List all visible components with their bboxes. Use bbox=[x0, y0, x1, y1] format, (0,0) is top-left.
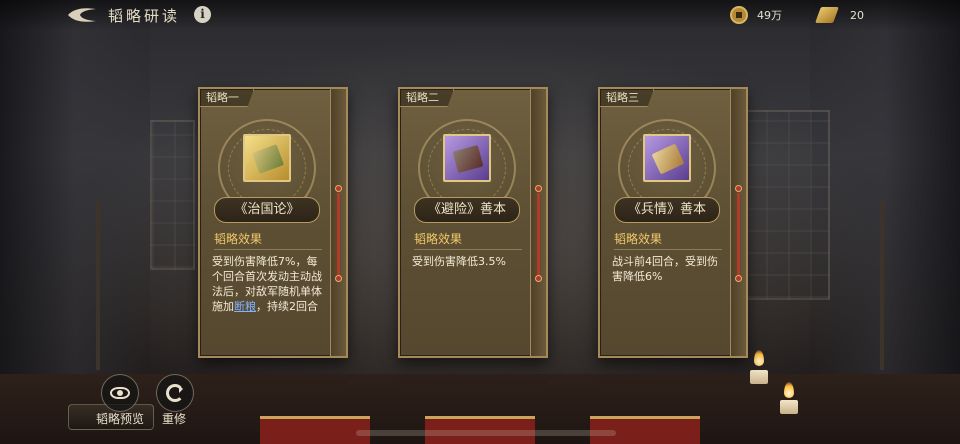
card-tab: 韬略三 bbox=[600, 89, 654, 107]
book-shape bbox=[452, 145, 484, 173]
effect-text: 受到伤害降低3.5% bbox=[412, 255, 506, 268]
back-arrow-icon[interactable] bbox=[66, 6, 98, 24]
candle-flame-1 bbox=[754, 350, 764, 366]
coin-icon bbox=[730, 6, 748, 24]
effect-text-post: ，持续2回合 bbox=[256, 300, 318, 313]
divider bbox=[614, 249, 722, 250]
rail-knob bbox=[535, 185, 542, 192]
divider bbox=[414, 249, 522, 250]
rail-bar bbox=[337, 193, 340, 275]
candle-1 bbox=[750, 370, 768, 384]
rail-knob bbox=[335, 185, 342, 192]
candelabra-left bbox=[96, 200, 100, 370]
preview-button[interactable] bbox=[101, 374, 139, 412]
map-scroll-icon[interactable] bbox=[643, 134, 691, 182]
strategy-name: 《兵情》善本 bbox=[614, 197, 720, 223]
strategy-name: 《治国论》 bbox=[214, 197, 320, 223]
map-shape bbox=[651, 143, 685, 175]
coin-resource: 49万 bbox=[730, 6, 782, 24]
candle-2 bbox=[780, 400, 798, 414]
candle-flame-2 bbox=[784, 382, 794, 398]
effect-keyword-link[interactable]: 断粮 bbox=[234, 300, 256, 313]
coin-amount: 49万 bbox=[757, 9, 782, 22]
retrain-label[interactable]: 重修 bbox=[162, 410, 186, 427]
card-tab: 韬略二 bbox=[400, 89, 454, 107]
scroll-amount: 20 bbox=[850, 8, 864, 22]
card-rail bbox=[530, 89, 546, 356]
effect-text: 战斗前4回合，受到伤害降低6% bbox=[612, 255, 718, 283]
effect-heading: 韬略效果 bbox=[214, 232, 263, 246]
desk-mat-1 bbox=[260, 416, 370, 444]
lattice-window-left bbox=[150, 120, 195, 270]
rail-bar bbox=[537, 193, 540, 275]
strategy-card-2[interactable]: 韬略二 《避险》善本 韬略效果 受到伤害降低3.5% bbox=[398, 87, 548, 358]
effect-heading: 韬略效果 bbox=[414, 232, 463, 246]
strategy-card-1[interactable]: 韬略一 《治国论》 韬略效果 受到伤害降低7%，每个回合首次发动主动战法后，对敌… bbox=[198, 87, 348, 358]
rail-knob bbox=[735, 185, 742, 192]
horizontal-scrollbar[interactable] bbox=[356, 430, 616, 436]
top-bar: 韬略研读 i 49万 20 bbox=[0, 0, 960, 30]
divider bbox=[214, 249, 322, 250]
card-rail bbox=[330, 89, 346, 356]
strategy-card-3[interactable]: 韬略三 《兵情》善本 韬略效果 战斗前4回合，受到伤害降低6% bbox=[598, 87, 748, 358]
effect-text: 受到伤害降低7%，每个回合首次发动主动战法后，对敌军随机单体施加断粮，持续2回合 bbox=[212, 254, 326, 314]
effect-heading: 韬略效果 bbox=[614, 232, 663, 246]
rail-knob bbox=[335, 275, 342, 282]
rail-bar bbox=[737, 193, 740, 275]
scroll-icon bbox=[815, 7, 839, 23]
book-stack-icon[interactable] bbox=[443, 134, 491, 182]
page-title: 韬略研读 bbox=[108, 7, 181, 25]
refresh-icon bbox=[166, 384, 184, 402]
scroll-bundle-icon[interactable] bbox=[243, 134, 291, 182]
retrain-button[interactable] bbox=[156, 374, 194, 412]
preview-label[interactable]: 韬略预览 bbox=[96, 410, 144, 427]
rail-knob bbox=[535, 275, 542, 282]
strategy-name: 《避险》善本 bbox=[414, 197, 520, 223]
info-icon[interactable]: i bbox=[194, 6, 211, 23]
scroll-resource: 20 bbox=[815, 6, 864, 24]
scroll-shape bbox=[252, 144, 284, 174]
eye-icon bbox=[110, 387, 130, 399]
candelabra-right bbox=[880, 200, 884, 370]
rail-knob bbox=[735, 275, 742, 282]
card-rail bbox=[730, 89, 746, 356]
card-tab: 韬略一 bbox=[200, 89, 254, 107]
